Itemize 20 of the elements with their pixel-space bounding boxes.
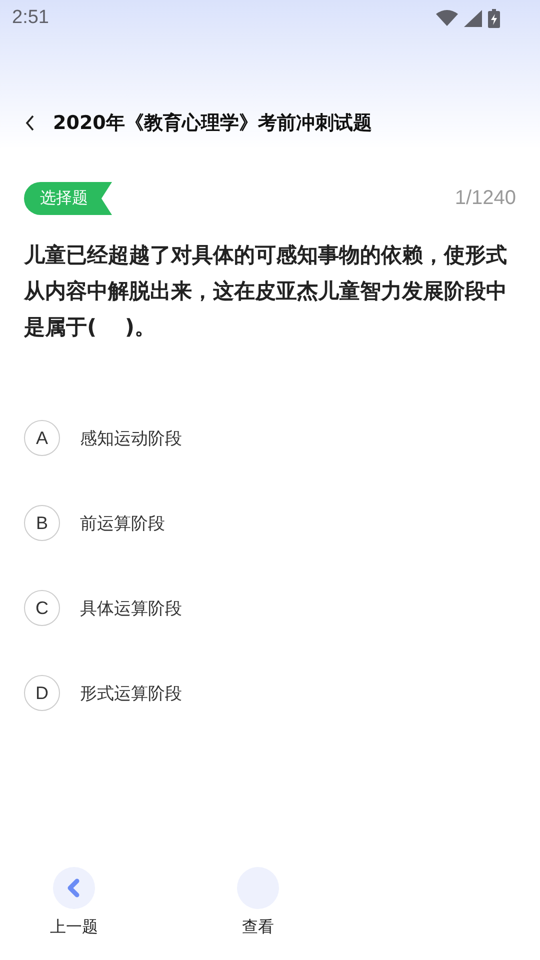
- status-time: 2:51: [12, 7, 49, 29]
- question-text: 儿童已经超越了对具体的可感知事物的依赖，使形式从内容中解脱出来，这在皮亚杰儿童智力发展阶段中是属于( )。: [22, 242, 508, 341]
- option-text[interactable]: 具体运算阶段: [80, 596, 182, 620]
- option-letter[interactable]: B: [24, 505, 60, 541]
- signal-icon: [464, 10, 482, 26]
- option-text[interactable]: 形式运算阶段: [80, 682, 182, 704]
- option-text[interactable]: 感知运动阶段: [80, 426, 182, 450]
- option-letter[interactable]: A: [24, 420, 60, 456]
- question-counter: 1/1240: [454, 187, 516, 210]
- page-title: 2020年《教育心理学》考前冲刺试题: [53, 111, 372, 136]
- option-text[interactable]: 前运算阶段: [80, 512, 165, 534]
- back-icon[interactable]: [25, 115, 35, 131]
- bottom-label[interactable]: 查看: [242, 917, 274, 938]
- option-letter[interactable]: C: [24, 590, 60, 626]
- option-letter[interactable]: D: [24, 675, 60, 711]
- bottom-label[interactable]: 上一题: [50, 917, 98, 938]
- question-type-tag: 选择题: [24, 182, 112, 215]
- previous-icon[interactable]: [53, 867, 95, 909]
- wifi-icon: [436, 10, 458, 26]
- battery-icon: [488, 8, 500, 28]
